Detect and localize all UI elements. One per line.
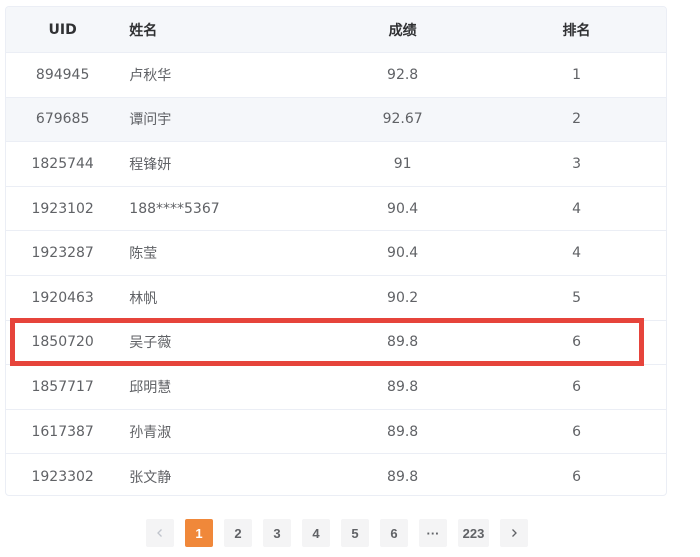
table-row[interactable]: 1857717 邱明慧 89.8 6 — [6, 365, 666, 410]
rank-cell: 6 — [572, 334, 581, 351]
page-button-5[interactable]: 5 — [341, 519, 369, 547]
chevron-left-icon — [157, 529, 162, 537]
table-row-highlighted[interactable]: 1850720 吴子薇 89.8 6 — [6, 321, 666, 366]
score-cell: 90.4 — [387, 200, 419, 217]
score-cell: 89.8 — [387, 468, 419, 485]
score-cell: 90.2 — [387, 289, 419, 306]
column-header-score[interactable]: 成绩 — [318, 20, 487, 40]
prev-page-button[interactable] — [146, 519, 174, 547]
uid-cell: 1617387 — [31, 423, 94, 440]
rank-cell: 4 — [572, 245, 581, 262]
pagination: 1 2 3 4 5 6 ··· 223 — [146, 519, 528, 547]
uid-cell: 1923102 — [31, 200, 94, 217]
name-cell: 林帆 — [129, 290, 158, 307]
name-cell: 188****5367 — [129, 200, 220, 217]
name-cell: 张文静 — [129, 469, 172, 486]
score-cell: 89.8 — [387, 423, 419, 440]
name-cell: 程锋妍 — [129, 156, 172, 173]
rank-cell: 1 — [572, 66, 581, 83]
table-row[interactable]: 894945 卢秋华 92.8 1 — [6, 53, 666, 98]
rank-cell: 4 — [572, 200, 581, 217]
score-cell: 89.8 — [387, 378, 419, 395]
uid-cell: 1923287 — [31, 245, 94, 262]
ranking-table: UID 姓名 成绩 排名 894945 卢秋华 92.8 1 679685 谭问… — [5, 6, 667, 496]
table-row[interactable]: 1923302 张文静 89.8 6 — [6, 454, 666, 495]
column-header-rank[interactable]: 排名 — [487, 20, 666, 40]
page-button-2[interactable]: 2 — [224, 519, 252, 547]
next-page-button[interactable] — [500, 519, 528, 547]
page-button-223[interactable]: 223 — [458, 519, 489, 547]
uid-cell: 1850720 — [31, 334, 94, 351]
uid-cell: 1857717 — [31, 378, 94, 395]
column-header-uid[interactable]: UID — [6, 22, 119, 38]
uid-cell: 894945 — [35, 66, 90, 83]
page-button-3[interactable]: 3 — [263, 519, 291, 547]
rank-cell: 3 — [572, 155, 581, 172]
table-row[interactable]: 1923102 188****5367 90.4 4 — [6, 187, 666, 232]
name-cell: 谭问宇 — [129, 112, 172, 129]
chevron-right-icon — [512, 529, 517, 537]
uid-cell: 1920463 — [31, 289, 94, 306]
page-button-4[interactable]: 4 — [302, 519, 330, 547]
table-row[interactable]: 1923287 陈莹 90.4 4 — [6, 231, 666, 276]
column-header-name[interactable]: 姓名 — [119, 20, 318, 40]
score-cell: 92.8 — [387, 66, 419, 83]
uid-cell: 1825744 — [31, 155, 94, 172]
rank-cell: 2 — [572, 111, 581, 128]
page-button-6[interactable]: 6 — [380, 519, 408, 547]
rank-cell: 6 — [572, 468, 581, 485]
table-row[interactable]: 1920463 林帆 90.2 5 — [6, 276, 666, 321]
rank-cell: 6 — [572, 378, 581, 395]
more-pages-button[interactable]: ··· — [419, 519, 447, 547]
name-cell: 陈莹 — [129, 246, 158, 263]
uid-cell: 679685 — [35, 111, 90, 128]
table-row[interactable]: 1617387 孙青淑 89.8 6 — [6, 410, 666, 455]
rank-cell: 6 — [572, 423, 581, 440]
score-cell: 90.4 — [387, 245, 419, 262]
uid-cell: 1923302 — [31, 468, 94, 485]
table-row[interactable]: 679685 谭问宇 92.67 2 — [6, 97, 666, 143]
name-cell: 卢秋华 — [129, 67, 172, 84]
table-header: UID 姓名 成绩 排名 — [6, 7, 666, 53]
name-cell: 邱明慧 — [129, 379, 172, 396]
name-cell: 孙青淑 — [129, 424, 172, 441]
score-cell: 92.67 — [382, 111, 423, 128]
score-cell: 89.8 — [387, 334, 419, 351]
name-cell: 吴子薇 — [129, 335, 172, 352]
page-button-1[interactable]: 1 — [185, 519, 213, 547]
score-cell: 91 — [393, 155, 412, 172]
rank-cell: 5 — [572, 289, 581, 306]
table-row[interactable]: 1825744 程锋妍 91 3 — [6, 142, 666, 187]
